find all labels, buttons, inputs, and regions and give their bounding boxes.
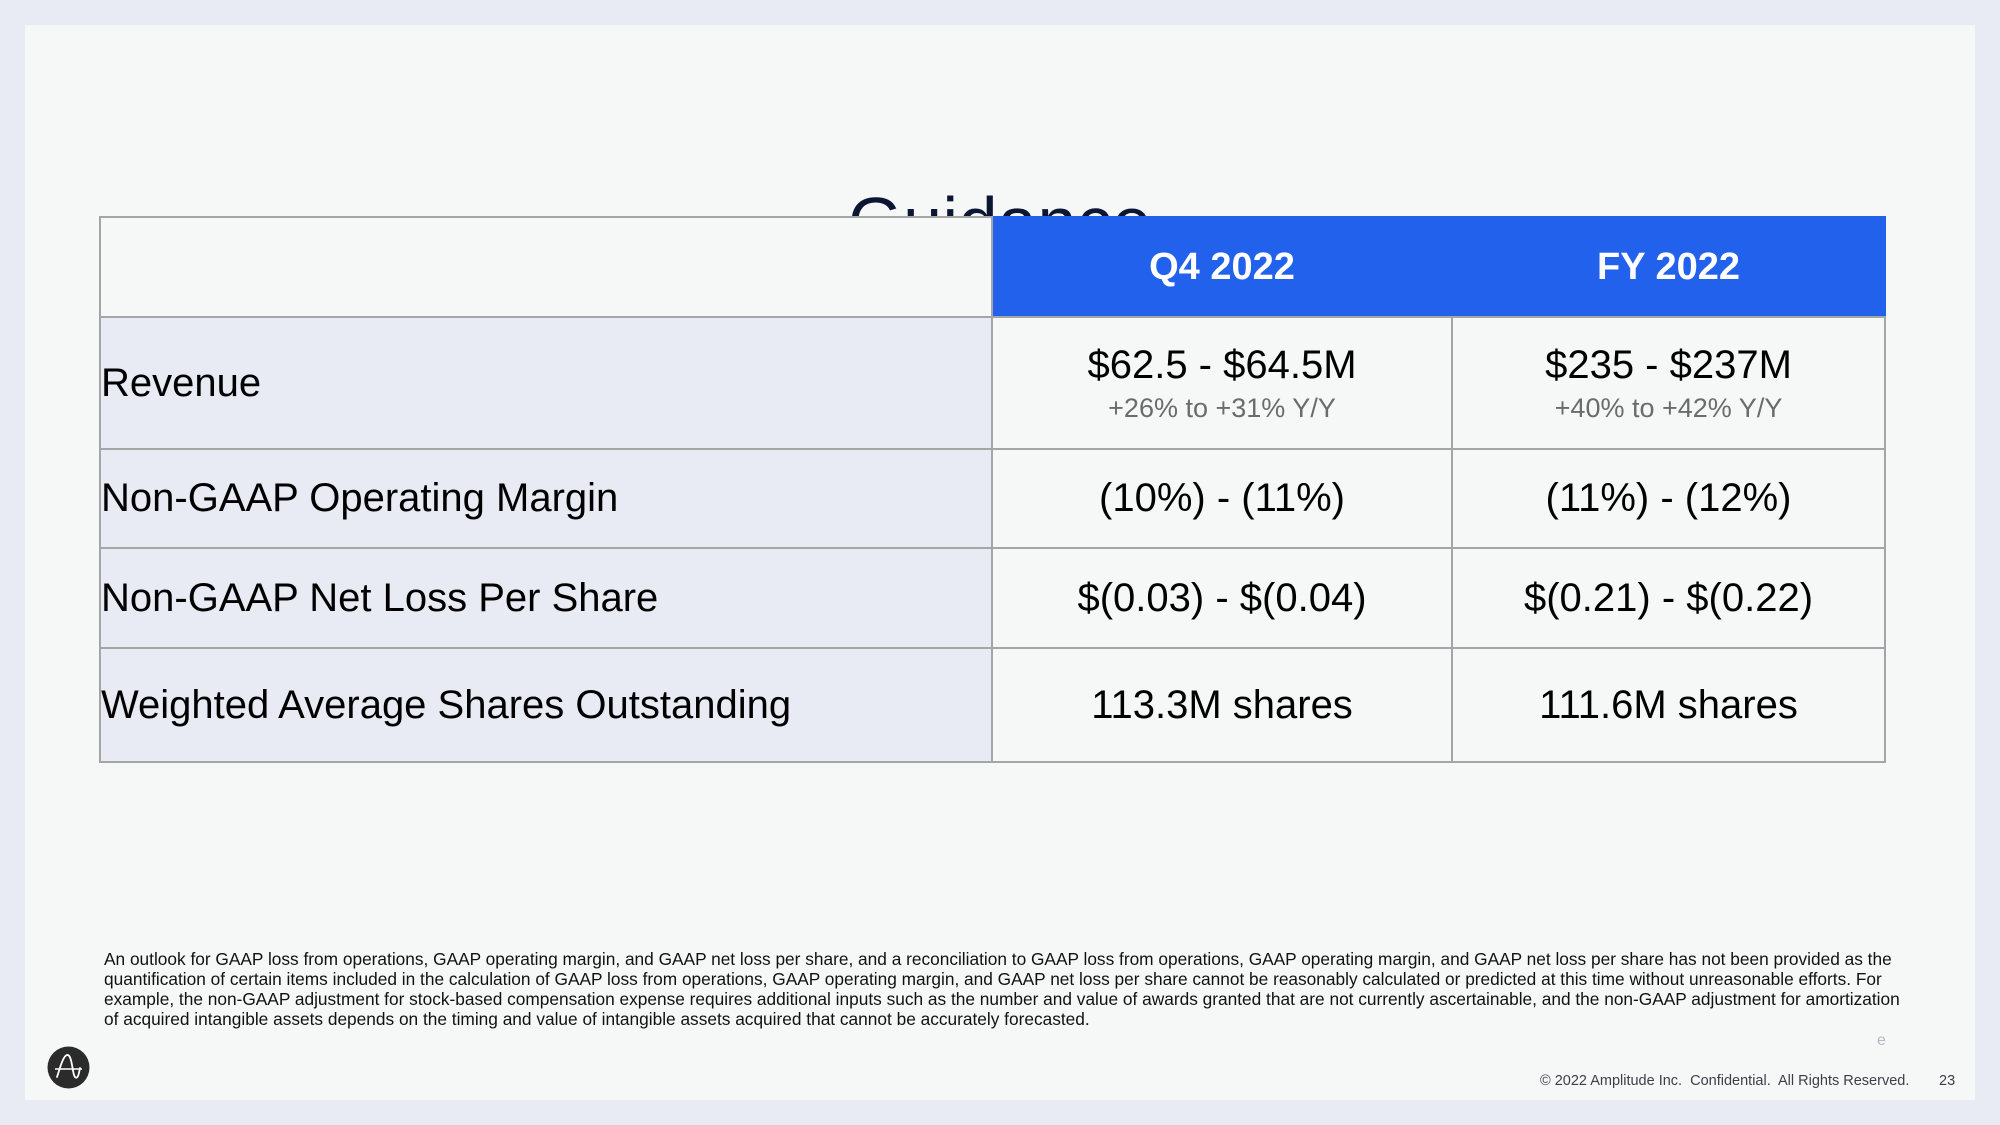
net-loss-per-share-fy-value: $(0.21) - $(0.22) bbox=[1451, 547, 1886, 649]
row-label: Non-GAAP Operating Margin bbox=[99, 448, 993, 549]
footnote: An outlook for GAAP loss from operations… bbox=[104, 949, 1900, 1030]
operating-margin-q4-value: (10%) - (11%) bbox=[991, 448, 1453, 549]
table-row-net-loss-per-share: Non-GAAP Net Loss Per Share $(0.03) - $(… bbox=[99, 547, 1886, 649]
header-corner-cell bbox=[99, 216, 993, 318]
revenue-fy-value: $235 - $237M bbox=[1545, 343, 1792, 387]
guidance-table: Q4 2022 FY 2022 Revenue $62.5 - $64.5M +… bbox=[99, 216, 1886, 763]
revenue-fy-growth: +40% to +42% Y/Y bbox=[1554, 393, 1783, 423]
amplitude-logo-icon bbox=[47, 1046, 90, 1089]
header-q4-2022: Q4 2022 bbox=[991, 216, 1453, 318]
header-fy-2022: FY 2022 bbox=[1451, 216, 1886, 318]
slide-mark: e bbox=[1877, 1032, 1886, 1049]
shares-outstanding-q4-value: 113.3M shares bbox=[991, 647, 1453, 763]
table-row-revenue: Revenue $62.5 - $64.5M +26% to +31% Y/Y … bbox=[99, 316, 1886, 450]
table-row-shares-outstanding: Weighted Average Shares Outstanding 113.… bbox=[99, 647, 1886, 763]
table-row-operating-margin: Non-GAAP Operating Margin (10%) - (11%) … bbox=[99, 448, 1886, 549]
operating-margin-fy-value: (11%) - (12%) bbox=[1451, 448, 1886, 549]
slide: Guidance Q4 2022 FY 2022 Revenue $62.5 -… bbox=[25, 25, 1975, 1100]
page-number: 23 bbox=[1939, 1073, 1956, 1089]
row-label: Revenue bbox=[99, 316, 993, 450]
revenue-fy-cell: $235 - $237M +40% to +42% Y/Y bbox=[1451, 316, 1886, 450]
row-label: Weighted Average Shares Outstanding bbox=[99, 647, 993, 763]
net-loss-per-share-q4-value: $(0.03) - $(0.04) bbox=[991, 547, 1453, 649]
copyright-notice: © 2022 Amplitude Inc. Confidential. All … bbox=[1540, 1073, 1910, 1089]
row-label: Non-GAAP Net Loss Per Share bbox=[99, 547, 993, 649]
revenue-q4-value: $62.5 - $64.5M bbox=[1087, 343, 1357, 387]
revenue-q4-growth: +26% to +31% Y/Y bbox=[1108, 393, 1336, 423]
revenue-q4-cell: $62.5 - $64.5M +26% to +31% Y/Y bbox=[991, 316, 1453, 450]
shares-outstanding-fy-value: 111.6M shares bbox=[1451, 647, 1886, 763]
table-header-row: Q4 2022 FY 2022 bbox=[99, 216, 1886, 318]
